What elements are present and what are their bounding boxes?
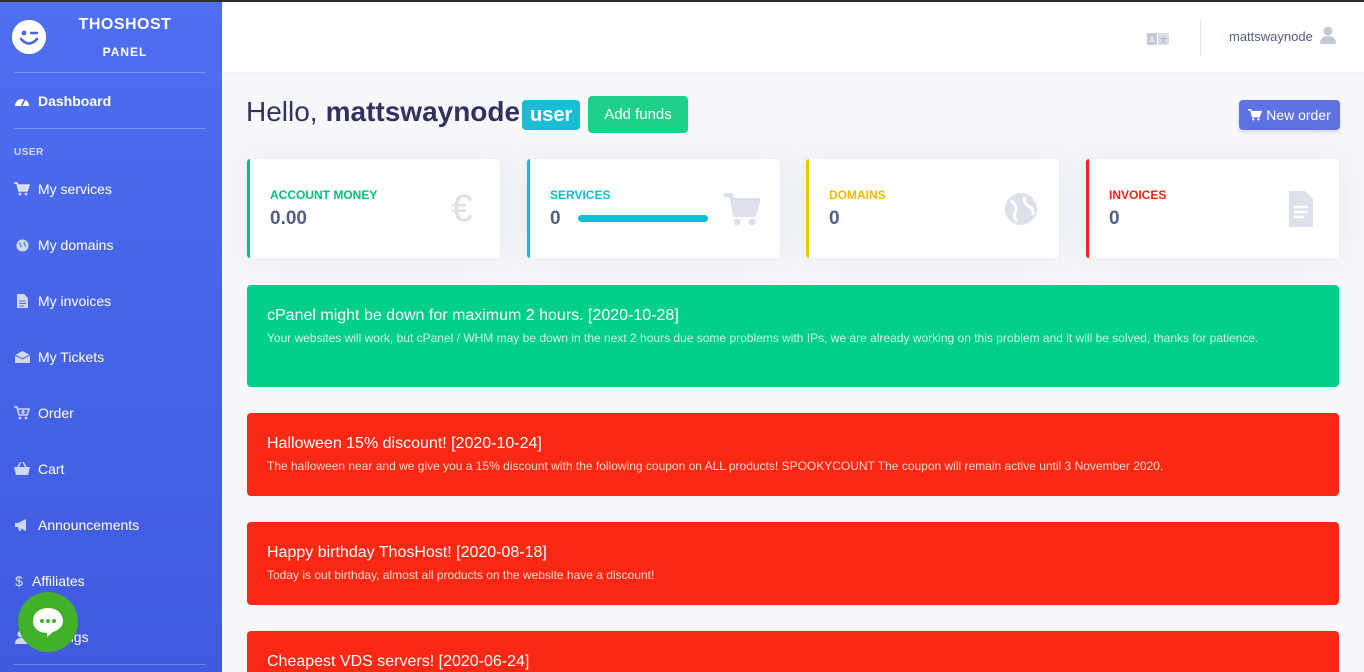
- sidebar-item-cart[interactable]: Cart: [14, 454, 64, 484]
- card-label: DOMAINS: [829, 188, 886, 202]
- announcement-card: cPanel might be down for maximum 2 hours…: [247, 285, 1339, 387]
- sidebar-item-label: My Tickets: [38, 349, 105, 365]
- username-label[interactable]: mattswaynode: [1229, 29, 1313, 44]
- announcement-card: Halloween 15% discount! [2020-10-24] The…: [247, 413, 1339, 496]
- dollar-icon: $: [15, 573, 23, 589]
- cart-icon: [724, 191, 762, 227]
- sidebar-item-label: My domains: [38, 237, 114, 253]
- card-accent: [1086, 159, 1089, 258]
- stat-card-services: SERVICES 0: [526, 158, 781, 259]
- announcement-card: Happy birthday ThosHost! [2020-08-18] To…: [247, 522, 1339, 605]
- file-icon: [1283, 191, 1319, 227]
- sidebar-item-my-tickets[interactable]: My Tickets: [14, 342, 104, 372]
- sidebar-item-announcements[interactable]: Announcements: [14, 510, 139, 540]
- sidebar-item-label: Dashboard: [38, 93, 112, 109]
- sidebar-item-my-invoices[interactable]: My invoices: [14, 286, 111, 316]
- cart-plus-icon: [14, 405, 30, 421]
- sidebar-item-my-domains[interactable]: My domains: [14, 230, 113, 260]
- file-icon: [14, 293, 30, 309]
- card-label: INVOICES: [1109, 188, 1167, 202]
- sidebar-item-order[interactable]: Order: [14, 398, 74, 428]
- box-icon: [14, 349, 30, 365]
- svg-text:€: €: [451, 191, 472, 227]
- brand[interactable]: THOSHOST PANEL: [0, 0, 222, 72]
- sidebar-item-label: Cart: [38, 461, 65, 477]
- svg-text:文: 文: [1160, 36, 1167, 45]
- sidebar-section-label: USER: [14, 147, 44, 158]
- announcement-text: The halloween near and we give you a 15%…: [267, 459, 1164, 473]
- card-value: 0: [1109, 208, 1120, 229]
- wink-logo-icon: [12, 20, 46, 54]
- card-value: 0.00: [270, 208, 307, 229]
- card-accent: [527, 159, 530, 258]
- topbar-divider: [1200, 18, 1201, 56]
- announcement-title: Halloween 15% discount! [2020-10-24]: [267, 435, 542, 452]
- sidebar-item-label: Order: [38, 405, 74, 421]
- announcement-title: cPanel might be down for maximum 2 hours…: [267, 307, 679, 324]
- cart-icon: [14, 181, 30, 197]
- brand-title: THOSHOST: [78, 16, 172, 33]
- sidebar-item-label: My invoices: [38, 293, 112, 309]
- card-label: SERVICES: [550, 188, 611, 202]
- services-progress-bar: [578, 215, 708, 222]
- card-value: 0: [550, 208, 561, 229]
- user-icon[interactable]: [1320, 26, 1336, 44]
- cart-icon: [1248, 109, 1263, 121]
- sidebar-divider: [14, 128, 206, 129]
- card-value: 0: [829, 208, 840, 229]
- topbar: A文 mattswaynode: [222, 2, 1364, 72]
- stat-card-account-money: ACCOUNT MONEY 0.00 €: [246, 158, 501, 259]
- euro-icon: €: [444, 188, 480, 230]
- window-top-border: [0, 0, 1364, 2]
- sidebar-item-label: My services: [38, 181, 112, 197]
- announcement-title: Cheapest VDS servers! [2020-06-24]: [267, 653, 530, 670]
- new-order-button[interactable]: New order: [1239, 100, 1340, 130]
- sidebar-divider: [14, 664, 206, 665]
- role-badge: user: [522, 100, 581, 130]
- card-accent: [247, 159, 250, 258]
- sidebar-item-dashboard[interactable]: Dashboard: [14, 86, 111, 116]
- add-funds-button[interactable]: Add funds: [588, 96, 688, 133]
- greeting-name: mattswaynode: [325, 96, 521, 127]
- brand-subtitle: PANEL: [102, 45, 148, 59]
- globe-icon: [1003, 191, 1039, 227]
- translate-icon[interactable]: A文: [1147, 32, 1169, 45]
- greeting-hello: Hello,: [246, 96, 318, 127]
- sidebar-item-label: Affiliates: [32, 573, 85, 589]
- sidebar: THOSHOST PANEL Dashboard USER My service…: [0, 0, 222, 672]
- new-order-label: New order: [1266, 107, 1331, 123]
- stat-card-invoices: INVOICES 0: [1085, 158, 1340, 259]
- basket-icon: [14, 461, 30, 477]
- gauge-icon: [14, 93, 30, 109]
- sidebar-divider: [14, 72, 206, 73]
- globe-icon: [14, 237, 30, 253]
- card-accent: [806, 159, 809, 258]
- announcement-title: Happy birthday ThosHost! [2020-08-18]: [267, 544, 547, 561]
- progress-fill: [578, 215, 708, 222]
- card-label: ACCOUNT MONEY: [270, 188, 378, 202]
- chat-bubble-icon[interactable]: [18, 592, 78, 652]
- sidebar-item-my-services[interactable]: My services: [14, 174, 112, 204]
- announcement-text: Today is out birthday, almost all produc…: [267, 568, 655, 582]
- svg-text:A: A: [1149, 36, 1155, 45]
- announcement-card: Cheapest VDS servers! [2020-06-24]: [247, 631, 1339, 672]
- greeting: Hello, mattswaynode: [246, 96, 520, 128]
- announcement-text: Your websites will work, but cPanel / WH…: [267, 331, 1259, 345]
- stat-card-domains: DOMAINS 0: [805, 158, 1060, 259]
- megaphone-icon: [14, 517, 30, 533]
- sidebar-item-label: Announcements: [38, 517, 140, 533]
